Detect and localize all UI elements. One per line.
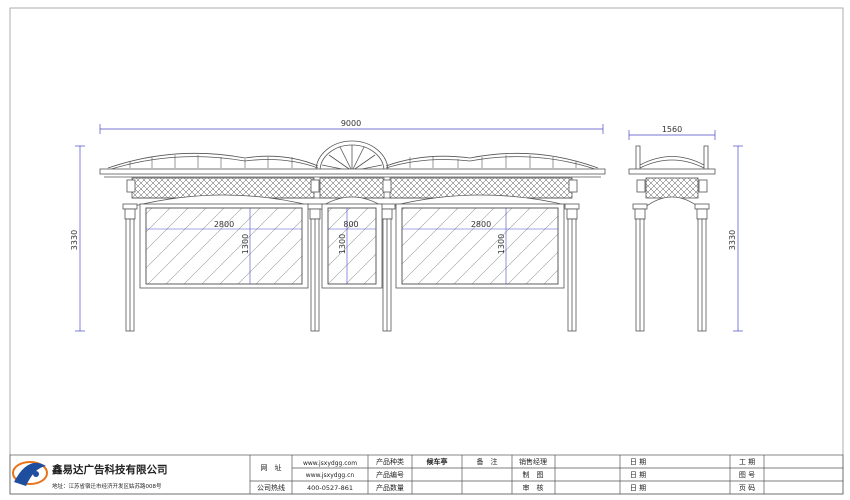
- post-4: [564, 179, 580, 332]
- date-label-3: 日 期: [630, 484, 646, 492]
- side-roof-beam: [628, 168, 716, 175]
- side-lattice: [645, 177, 699, 199]
- hotline-number: 400-0527-861: [307, 484, 353, 492]
- roof-beam: [99, 168, 606, 175]
- company-logo: [12, 461, 48, 486]
- company-name: 鑫易达广告科技有限公司: [51, 463, 168, 476]
- shelter-drawing: 9000 3330 2800 1300 800 1300 2800 1300 1…: [9, 7, 844, 495]
- front-height-label: 3330: [70, 230, 79, 250]
- post-2: [306, 179, 324, 332]
- fan-medallion: [315, 140, 389, 172]
- panel-middle-width-label: 800: [343, 220, 358, 229]
- side-width-label: 1560: [662, 125, 682, 134]
- drawing-no-label: 图 号: [739, 471, 755, 479]
- product-type-value: 候车亭: [427, 457, 448, 466]
- product-qty-label: 产品数量: [376, 483, 404, 492]
- side-height-label: 3330: [728, 230, 737, 250]
- website-2: www.jsxydgg.cn: [306, 472, 355, 479]
- post-1: [122, 179, 138, 332]
- date-label-2: 日 期: [630, 471, 646, 479]
- side-arch: [643, 196, 701, 209]
- panel-left-height-label: 1300: [241, 234, 250, 254]
- work-period-label: 工 期: [739, 458, 755, 466]
- glass-panel-right: [395, 203, 565, 289]
- reviewer-label: 审 核: [523, 483, 544, 492]
- remarks-label: 备 注: [477, 457, 498, 466]
- product-type-label: 产品种类: [376, 457, 404, 466]
- sales-manager-label: 销售经理: [519, 457, 547, 466]
- panel-middle-height-label: 1300: [338, 234, 347, 254]
- front-elevation: 9000 3330 2800 1300 800 1300 2800 1300: [70, 119, 606, 332]
- glass-panel-left: [139, 203, 309, 289]
- date-label-1: 日 期: [630, 458, 646, 466]
- website-label: 网 址: [261, 463, 282, 472]
- front-width-label: 9000: [341, 119, 361, 128]
- glass-panel-middle: [321, 203, 383, 289]
- panel-right-height-label: 1300: [497, 234, 506, 254]
- website-1: www.jsxydgg.com: [303, 460, 357, 467]
- drafter-label: 制 图: [523, 470, 544, 479]
- roof-wave-right: [385, 152, 599, 169]
- side-elevation: 1560 3330: [628, 125, 743, 332]
- company-address: 地址：江苏省宿迁市经济开发区姑苏路008号: [52, 482, 162, 490]
- panel-right-width-label: 2800: [471, 220, 491, 229]
- panel-left-width-label: 2800: [214, 220, 234, 229]
- product-no-label: 产品编号: [376, 470, 404, 479]
- page-no-label: 页 码: [739, 484, 755, 492]
- lattice-band-middle: [319, 177, 385, 199]
- hotline-label: 公司热线: [257, 483, 285, 492]
